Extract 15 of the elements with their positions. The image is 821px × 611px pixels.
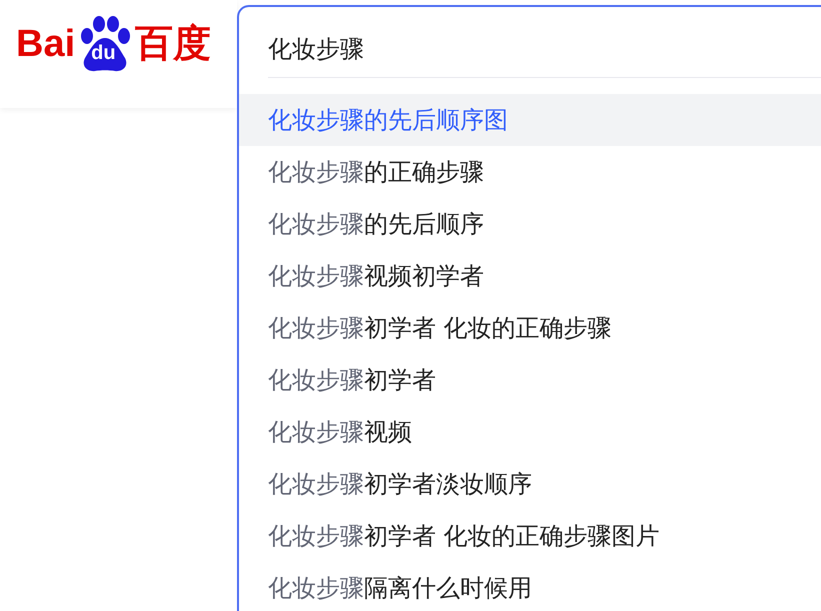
search-field[interactable]: 化妆步骤 bbox=[239, 7, 821, 77]
logo-text: du bbox=[91, 43, 116, 63]
suggestion-item[interactable]: 化妆步骤初学者 化妆的正确步骤 bbox=[239, 302, 821, 354]
suggestion-item[interactable]: 化妆步骤的正确步骤 bbox=[239, 146, 821, 198]
suggestion-item[interactable]: 化妆步骤的先后顺序 bbox=[239, 198, 821, 250]
logo-text: 百度 bbox=[135, 25, 212, 63]
suggestion-item[interactable]: 化妆步骤隔离什么时候用 bbox=[239, 562, 821, 611]
suggestion-item[interactable]: 化妆步骤视频初学者 bbox=[239, 250, 821, 302]
suggestion-item[interactable]: 化妆步骤的先后顺序图 bbox=[239, 94, 821, 146]
logo-text: Bai bbox=[16, 25, 76, 63]
suggestion-item[interactable]: 化妆步骤视频 bbox=[239, 406, 821, 458]
baidu-logo[interactable]: Bai du 百度 bbox=[16, 16, 212, 72]
suggestion-item[interactable]: 化妆步骤初学者 bbox=[239, 354, 821, 406]
suggestion-item[interactable]: 化妆步骤初学者 化妆的正确步骤图片 bbox=[239, 510, 821, 562]
suggestion-item[interactable]: 化妆步骤初学者淡妆顺序 bbox=[239, 458, 821, 510]
